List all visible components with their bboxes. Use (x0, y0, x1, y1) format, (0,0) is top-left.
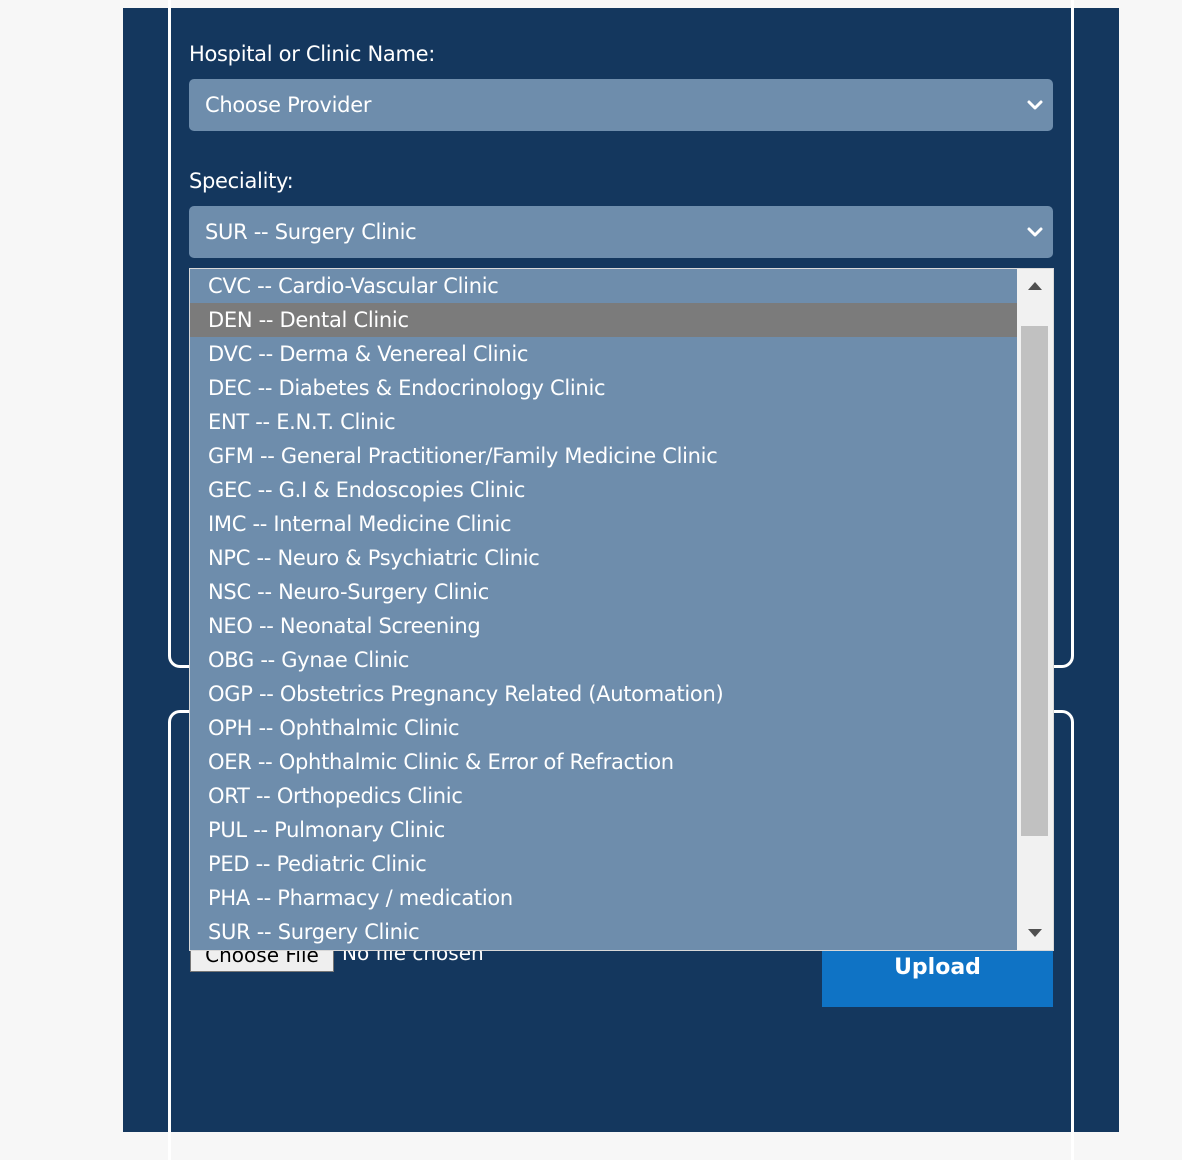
dropdown-option[interactable]: SUR -- Surgery Clinic (190, 915, 1018, 949)
provider-label: Hospital or Clinic Name: (189, 42, 436, 66)
speciality-select[interactable]: SUR -- Surgery Clinic (189, 206, 1053, 258)
dropdown-option[interactable]: GFM -- General Practitioner/Family Medic… (190, 439, 1018, 473)
dropdown-option[interactable]: ENT -- E.N.T. Clinic (190, 405, 1018, 439)
dropdown-option[interactable]: IMC -- Internal Medicine Clinic (190, 507, 1018, 541)
dropdown-option[interactable]: PED -- Pediatric Clinic (190, 847, 1018, 881)
speciality-label: Speciality: (189, 169, 294, 193)
dropdown-option[interactable]: ORT -- Orthopedics Clinic (190, 779, 1018, 813)
dropdown-option[interactable]: PHA -- Pharmacy / medication (190, 881, 1018, 915)
dropdown-option[interactable]: GEC -- G.I & Endoscopies Clinic (190, 473, 1018, 507)
chevron-down-icon (1027, 227, 1043, 237)
dropdown-option[interactable]: DEC -- Diabetes & Endocrinology Clinic (190, 371, 1018, 405)
dropdown-option[interactable]: CVC -- Cardio-Vascular Clinic (190, 269, 1018, 303)
dropdown-option-highlighted[interactable]: DEN -- Dental Clinic (190, 303, 1018, 337)
speciality-dropdown-list[interactable]: CVC -- Cardio-Vascular Clinic DEN -- Den… (189, 268, 1054, 951)
dropdown-option[interactable]: NEO -- Neonatal Screening (190, 609, 1018, 643)
speciality-select-value: SUR -- Surgery Clinic (205, 220, 417, 244)
triangle-up-icon[interactable] (1028, 282, 1042, 290)
upload-button[interactable]: Upload (822, 951, 1053, 1007)
dropdown-option[interactable]: OER -- Ophthalmic Clinic & Error of Refr… (190, 745, 1018, 779)
triangle-down-icon[interactable] (1028, 929, 1042, 937)
dropdown-option[interactable]: DVC -- Derma & Venereal Clinic (190, 337, 1018, 371)
dropdown-option[interactable]: NPC -- Neuro & Psychiatric Clinic (190, 541, 1018, 575)
scrollbar-thumb[interactable] (1021, 326, 1048, 836)
dropdown-option[interactable]: OPH -- Ophthalmic Clinic (190, 711, 1018, 745)
dropdown-option[interactable]: PUL -- Pulmonary Clinic (190, 813, 1018, 847)
dropdown-option[interactable]: NSC -- Neuro-Surgery Clinic (190, 575, 1018, 609)
dropdown-option[interactable]: OBG -- Gynae Clinic (190, 643, 1018, 677)
dropdown-scrollbar[interactable] (1017, 269, 1053, 950)
chevron-down-icon (1027, 100, 1043, 110)
dropdown-option[interactable]: OGP -- Obstetrics Pregnancy Related (Aut… (190, 677, 1018, 711)
provider-select-value: Choose Provider (205, 93, 372, 117)
provider-select[interactable]: Choose Provider (189, 79, 1053, 131)
